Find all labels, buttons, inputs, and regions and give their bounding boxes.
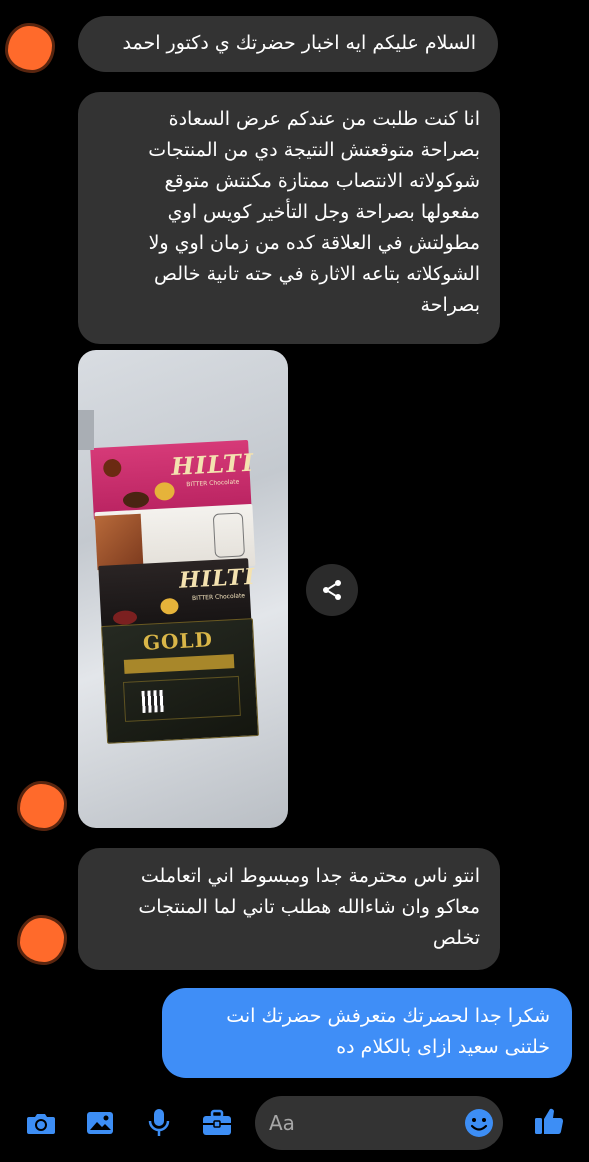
- sender-avatar[interactable]: [20, 918, 64, 962]
- product-chocolate: [112, 610, 138, 626]
- message-line: شوكولاته الانتصاب ممتازة مكنتش متوقع: [164, 170, 480, 192]
- sender-avatar[interactable]: [20, 784, 64, 828]
- product-heart: [154, 481, 176, 501]
- message-line: انتو ناس محترمة جدا ومبسوط اني اتعاملت: [140, 865, 480, 887]
- camera-button[interactable]: [24, 1106, 58, 1140]
- photo-attachment[interactable]: HILTI BITTER Chocolate HILTI BITTER Choc…: [78, 350, 288, 828]
- message-line: معاكو وان شاءالله هطلب تاني لما المنتجات: [138, 896, 480, 918]
- emoji-button[interactable]: [463, 1107, 495, 1139]
- gallery-button[interactable]: [83, 1106, 117, 1140]
- product-heart: [160, 597, 179, 615]
- share-icon: [323, 580, 341, 600]
- product-pattern: [122, 675, 241, 722]
- product-chocolate: [122, 491, 150, 509]
- message-composer[interactable]: [255, 1096, 503, 1150]
- message-input[interactable]: [269, 1096, 459, 1150]
- message-text: السلام عليكم ايه اخبار حضرتك ي دكتور احم…: [122, 32, 476, 54]
- message-line: بصراحة متوقعتش النتيجة دي من المنتجات: [148, 139, 480, 161]
- emoji-icon: [465, 1109, 493, 1137]
- product-image: [94, 513, 144, 571]
- message-bubble-outgoing[interactable]: شكرا جدا لحضرتك متعرفش حضرتك انت خلتنى س…: [162, 988, 572, 1078]
- message-line: تخلص: [432, 927, 480, 949]
- message-line: خلتنى سعيد ازاى بالكلام ده: [336, 1036, 550, 1058]
- thumbs-up-icon: [535, 1108, 564, 1135]
- share-button[interactable]: [306, 564, 358, 616]
- message-line: بصراحة: [420, 294, 480, 316]
- message-bubble-incoming[interactable]: انا كنت طلبت من عندكم عرض السعادة بصراحة…: [78, 92, 500, 344]
- message-line: انا كنت طلبت من عندكم عرض السعادة: [168, 108, 480, 130]
- image-icon: [87, 1112, 113, 1134]
- sender-avatar[interactable]: [8, 26, 52, 70]
- product-brand: HILTI: [178, 563, 257, 594]
- message-line: الشوكلاته بتاعه الاثارة في حته تانية خال…: [153, 263, 480, 285]
- message-line: مفعولها بصراحة وجل التأخير كويس اوي: [167, 201, 480, 223]
- message-line: مطولتش في العلاقة كده من زمان اوي ولا: [148, 232, 480, 254]
- message-line: شكرا جدا لحضرتك متعرفش حضرتك انت: [226, 1005, 550, 1027]
- more-tools-button[interactable]: [200, 1106, 234, 1140]
- microphone-icon: [148, 1109, 170, 1136]
- product-banner: [123, 654, 235, 674]
- like-button[interactable]: [532, 1104, 566, 1138]
- product-logo: [102, 458, 122, 478]
- camera-icon: [27, 1114, 55, 1134]
- product-subtitle: BITTER Chocolate: [191, 592, 246, 603]
- briefcase-icon: [203, 1109, 231, 1135]
- message-bubble-incoming[interactable]: انتو ناس محترمة جدا ومبسوط اني اتعاملت م…: [78, 848, 500, 970]
- voice-button[interactable]: [142, 1106, 176, 1140]
- product-brand: GOLD: [142, 627, 214, 655]
- message-bubble-incoming[interactable]: السلام عليكم ايه اخبار حضرتك ي دكتور احم…: [78, 16, 498, 72]
- product-subtitle: BITTER Chocolate: [186, 478, 240, 489]
- product-box-gold: GOLD: [101, 618, 259, 744]
- package-label: [78, 410, 94, 450]
- qr-code: [141, 689, 165, 713]
- product-figure: [212, 512, 246, 558]
- product-brand: HILTI: [170, 447, 255, 481]
